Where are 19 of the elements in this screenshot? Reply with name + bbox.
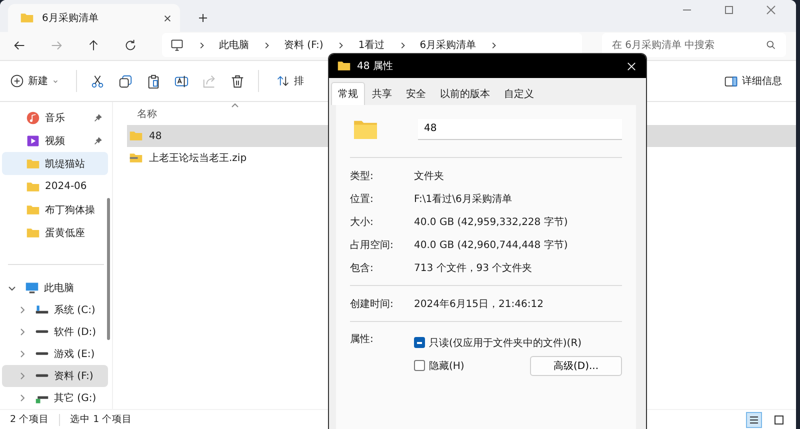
property-label: 大小:	[350, 216, 374, 228]
checkbox-label: 隐藏(H)	[429, 360, 464, 372]
property-value: 713 个文件，93 个文件夹	[414, 262, 532, 274]
checkbox-label: 只读(仅应用于文件夹中的文件)(R)	[429, 336, 582, 350]
property-label: 位置:	[350, 192, 374, 206]
dialog-title: 48 属性	[357, 60, 393, 73]
property-label: 创建时间:	[350, 298, 394, 310]
status-text: 选中 1 个项目	[70, 413, 132, 426]
tab-title: 6月采购清单	[42, 12, 100, 25]
property-value: 40.0 GB (42,959,332,228 字节)	[414, 216, 568, 228]
property-label: 包含:	[350, 262, 374, 274]
property-label: 属性:	[350, 332, 374, 347]
property-value: 文件夹	[414, 170, 444, 182]
property-label: 类型:	[350, 170, 374, 182]
property-value: 40.0 GB (42,960,744,448 字节)	[414, 238, 568, 252]
property-value: F:\1看过\6月采购清单	[414, 192, 512, 206]
property-label: 占用空间:	[350, 238, 394, 252]
property-value: 2024年6月15日，21:46:12	[414, 298, 544, 310]
status-text: 2 个项目	[10, 413, 50, 426]
